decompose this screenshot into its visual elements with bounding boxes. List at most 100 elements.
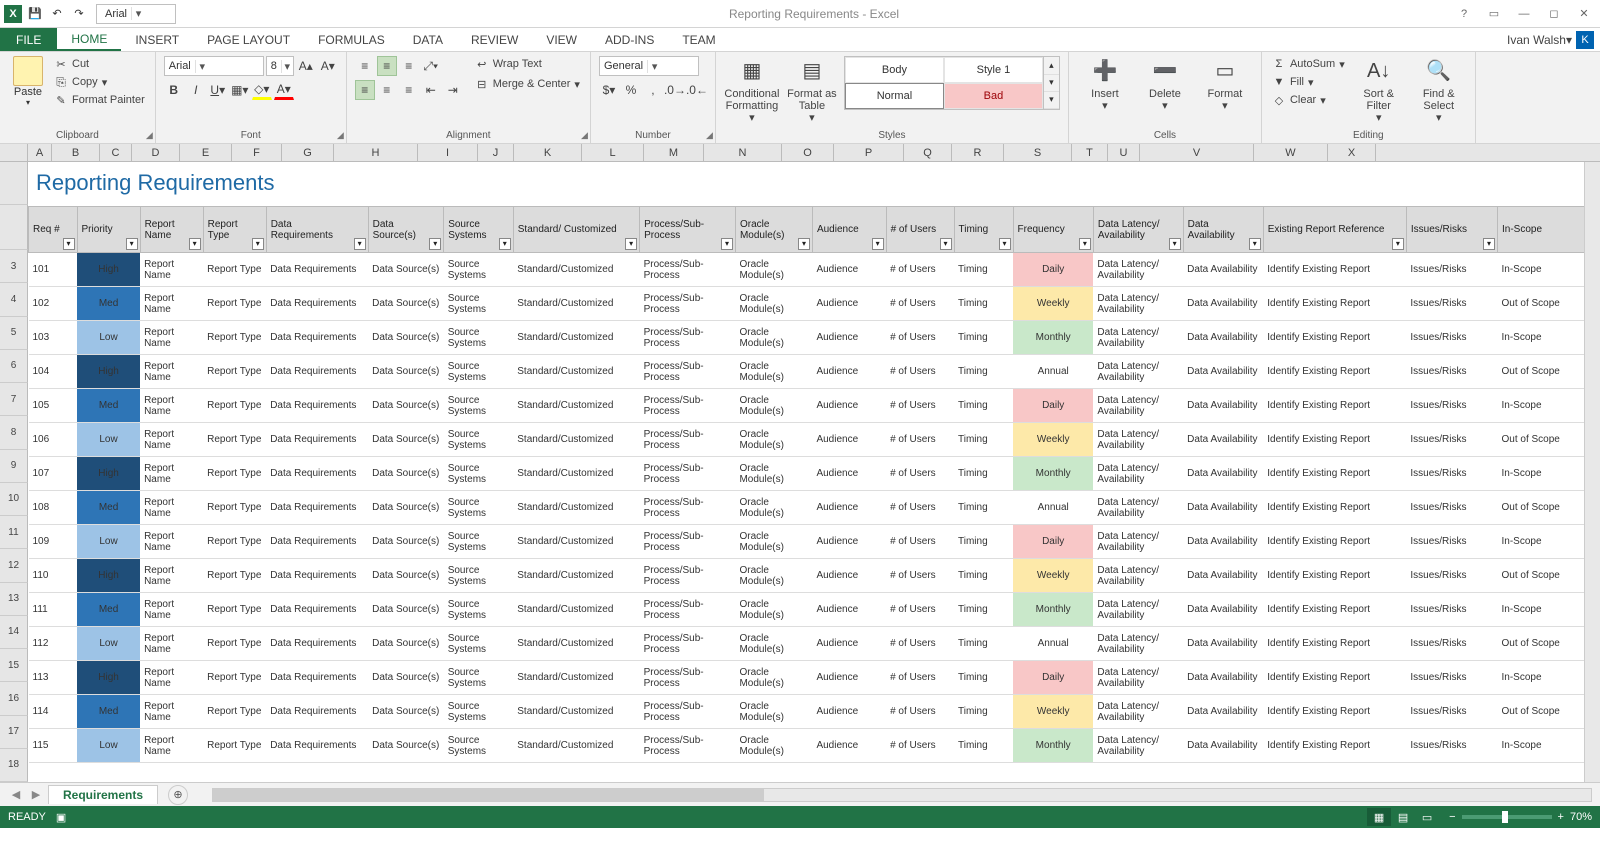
select-all[interactable] bbox=[0, 144, 28, 161]
alignment-launcher-icon[interactable]: ◢ bbox=[581, 130, 588, 141]
cell[interactable]: # of Users bbox=[886, 423, 954, 457]
row-header[interactable] bbox=[0, 162, 28, 205]
cell[interactable]: Source Systems bbox=[444, 457, 514, 491]
cell[interactable]: Data Requirements bbox=[266, 355, 368, 389]
fill-color-button[interactable]: ◇▾ bbox=[252, 80, 272, 100]
cell[interactable]: Process/Sub-Process bbox=[640, 491, 736, 525]
italic-button[interactable]: I bbox=[186, 80, 206, 100]
cell[interactable]: Timing bbox=[954, 661, 1013, 695]
column-header[interactable]: H bbox=[334, 144, 418, 161]
cell[interactable]: Audience bbox=[812, 661, 886, 695]
filter-icon[interactable]: ▾ bbox=[189, 238, 201, 250]
align-top-icon[interactable]: ≡ bbox=[355, 56, 375, 76]
cell[interactable]: Data Latency/ Availability bbox=[1093, 287, 1183, 321]
filter-icon[interactable]: ▾ bbox=[940, 238, 952, 250]
table-row[interactable]: 108MedReport NameReport TypeData Require… bbox=[29, 491, 1600, 525]
zoom-slider[interactable] bbox=[1462, 815, 1552, 819]
column-header[interactable]: J bbox=[478, 144, 514, 161]
cell[interactable]: Data Requirements bbox=[266, 491, 368, 525]
cell[interactable]: Data Requirements bbox=[266, 559, 368, 593]
column-header[interactable]: N bbox=[704, 144, 782, 161]
cell[interactable]: Med bbox=[77, 491, 140, 525]
cell[interactable]: Issues/Risks bbox=[1406, 525, 1497, 559]
minimize-icon[interactable]: — bbox=[1512, 4, 1536, 24]
insert-cells-button[interactable]: ➕Insert▾ bbox=[1077, 56, 1133, 112]
cell[interactable]: Identify Existing Report bbox=[1263, 355, 1406, 389]
column-header-cell[interactable]: Process/Sub-Process▾ bbox=[640, 207, 736, 253]
cell[interactable]: # of Users bbox=[886, 661, 954, 695]
cell[interactable]: Weekly bbox=[1013, 695, 1093, 729]
worksheet[interactable]: Reporting Requirements Req #▾Priority▾Re… bbox=[28, 162, 1600, 782]
column-header-cell[interactable]: Data Latency/ Availability▾ bbox=[1093, 207, 1183, 253]
align-left-icon[interactable]: ≡ bbox=[355, 80, 375, 100]
cell[interactable]: Oracle Module(s) bbox=[735, 593, 812, 627]
percent-format-icon[interactable]: % bbox=[621, 80, 641, 100]
cell[interactable]: Standard/Customized bbox=[513, 491, 639, 525]
cell[interactable]: Report Name bbox=[140, 355, 203, 389]
filter-icon[interactable]: ▾ bbox=[1483, 238, 1495, 250]
cell[interactable]: Issues/Risks bbox=[1406, 729, 1497, 763]
table-row[interactable]: 101HighReport NameReport TypeData Requir… bbox=[29, 253, 1600, 287]
cell[interactable]: Data Source(s) bbox=[368, 355, 444, 389]
cell[interactable]: Report Type bbox=[203, 253, 266, 287]
cell[interactable]: Report Name bbox=[140, 593, 203, 627]
cell[interactable]: Standard/Customized bbox=[513, 321, 639, 355]
cell[interactable]: Identify Existing Report bbox=[1263, 661, 1406, 695]
cell[interactable]: Annual bbox=[1013, 627, 1093, 661]
filter-icon[interactable]: ▾ bbox=[252, 238, 264, 250]
row-header[interactable]: 15 bbox=[0, 649, 28, 682]
column-header[interactable]: M bbox=[644, 144, 704, 161]
cell[interactable]: # of Users bbox=[886, 695, 954, 729]
column-header-cell[interactable]: # of Users▾ bbox=[886, 207, 954, 253]
column-header-cell[interactable]: Issues/Risks▾ bbox=[1406, 207, 1497, 253]
cell[interactable]: Audience bbox=[812, 355, 886, 389]
cell[interactable]: Report Name bbox=[140, 695, 203, 729]
cell[interactable]: Identify Existing Report bbox=[1263, 423, 1406, 457]
cell[interactable]: Data Source(s) bbox=[368, 525, 444, 559]
increase-decimal-icon[interactable]: .0→ bbox=[665, 80, 685, 100]
table-row[interactable]: 110HighReport NameReport TypeData Requir… bbox=[29, 559, 1600, 593]
cell[interactable]: Report Type bbox=[203, 627, 266, 661]
add-sheet-button[interactable]: ⊕ bbox=[168, 785, 188, 805]
style-bad[interactable]: Bad bbox=[944, 83, 1043, 109]
tab-team[interactable]: TEAM bbox=[668, 28, 729, 51]
close-icon[interactable]: ✕ bbox=[1572, 4, 1596, 24]
cell[interactable]: Source Systems bbox=[444, 525, 514, 559]
filter-icon[interactable]: ▾ bbox=[354, 238, 366, 250]
cell[interactable]: Report Type bbox=[203, 661, 266, 695]
cell[interactable]: Data Source(s) bbox=[368, 627, 444, 661]
cell[interactable]: Standard/Customized bbox=[513, 525, 639, 559]
cell[interactable]: Identify Existing Report bbox=[1263, 729, 1406, 763]
cell[interactable]: 107 bbox=[29, 457, 78, 491]
cell[interactable]: Source Systems bbox=[444, 287, 514, 321]
column-header-cell[interactable]: Data Requirements▾ bbox=[266, 207, 368, 253]
cell[interactable]: Data Requirements bbox=[266, 695, 368, 729]
cell[interactable]: Issues/Risks bbox=[1406, 627, 1497, 661]
cell[interactable]: Audience bbox=[812, 287, 886, 321]
cell[interactable]: Monthly bbox=[1013, 321, 1093, 355]
cell[interactable]: Report Name bbox=[140, 423, 203, 457]
merge-center-button[interactable]: ⊟Merge & Center ▾ bbox=[473, 76, 582, 92]
cell[interactable]: Report Type bbox=[203, 525, 266, 559]
cell[interactable]: Standard/Customized bbox=[513, 593, 639, 627]
cut-button[interactable]: Cut bbox=[52, 56, 147, 72]
macro-record-icon[interactable]: ▣ bbox=[56, 811, 66, 824]
copy-button[interactable]: Copy ▾ bbox=[52, 74, 147, 90]
fill-button[interactable]: ▼Fill ▾ bbox=[1270, 74, 1347, 90]
cell[interactable]: Oracle Module(s) bbox=[735, 559, 812, 593]
cell[interactable]: Report Type bbox=[203, 389, 266, 423]
cell[interactable]: # of Users bbox=[886, 525, 954, 559]
cell[interactable]: Data Latency/ Availability bbox=[1093, 661, 1183, 695]
cell[interactable]: Report Name bbox=[140, 287, 203, 321]
column-header[interactable]: P bbox=[834, 144, 904, 161]
cell[interactable]: Data Requirements bbox=[266, 729, 368, 763]
cell[interactable]: Monthly bbox=[1013, 593, 1093, 627]
cell[interactable]: Source Systems bbox=[444, 695, 514, 729]
page-break-view-icon[interactable]: ▭ bbox=[1415, 808, 1439, 826]
cell[interactable]: Timing bbox=[954, 423, 1013, 457]
cell[interactable]: 106 bbox=[29, 423, 78, 457]
table-row[interactable]: 111MedReport NameReport TypeData Require… bbox=[29, 593, 1600, 627]
column-header[interactable]: K bbox=[514, 144, 582, 161]
cell[interactable]: Timing bbox=[954, 491, 1013, 525]
column-header-cell[interactable]: Timing▾ bbox=[954, 207, 1013, 253]
